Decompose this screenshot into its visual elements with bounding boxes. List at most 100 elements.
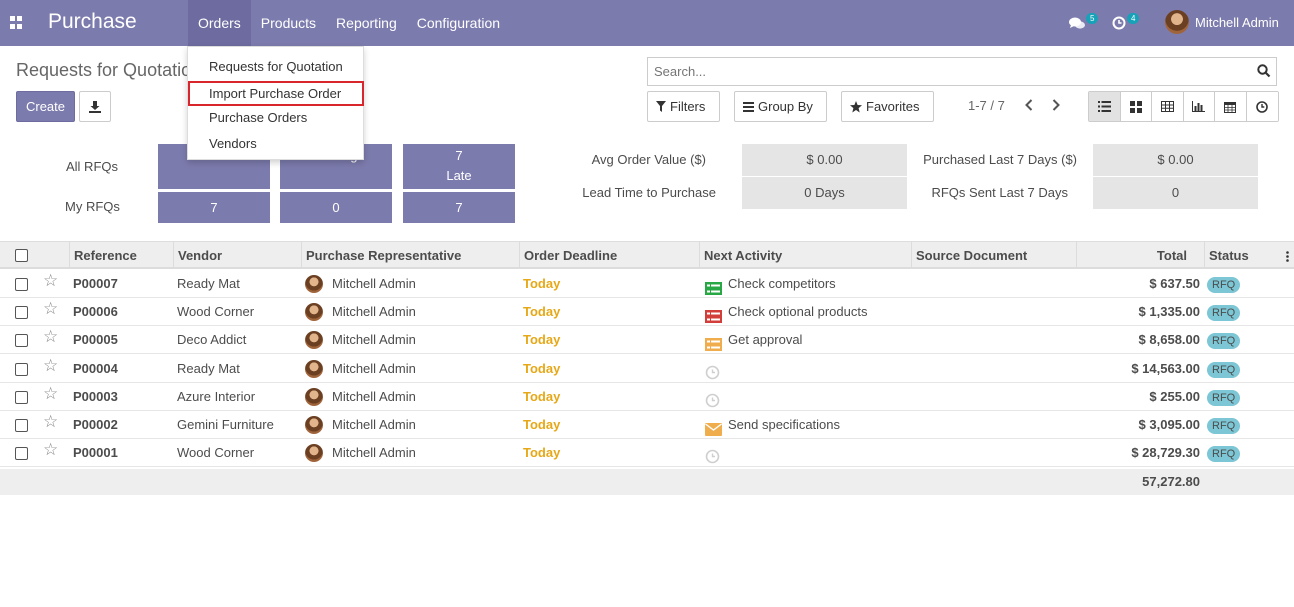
table-row[interactable]: ☆ P00006 Wood Corner Mitchell Admin Today Che… xyxy=(0,298,1294,326)
pager-previous-button[interactable] xyxy=(1024,98,1034,115)
messages-button[interactable]: 5 xyxy=(1069,0,1099,46)
cell-representative: Mitchell Admin xyxy=(305,439,416,467)
row-checkbox[interactable] xyxy=(15,334,28,347)
main-menu: Orders Products Reporting Configuration xyxy=(188,0,510,46)
filters-button[interactable]: Filters xyxy=(647,91,720,122)
column-source-document[interactable]: Source Document xyxy=(911,242,1076,269)
table-row[interactable]: ☆ P00003 Azure Interior Mitchell Admin Today… xyxy=(0,383,1294,411)
menu-configuration[interactable]: Configuration xyxy=(407,0,510,46)
cell-next-activity[interactable] xyxy=(705,355,728,383)
dropdown-item-import-purchase-order[interactable]: Import Purchase Order xyxy=(188,81,364,106)
list-icon-green[interactable] xyxy=(705,277,722,296)
calendar-view-button[interactable] xyxy=(1215,92,1247,121)
app-name[interactable]: Purchase xyxy=(48,10,137,34)
create-button[interactable]: Create xyxy=(16,91,75,122)
graph-view-button[interactable] xyxy=(1183,92,1215,121)
column-purchase-representative[interactable]: Purchase Representative xyxy=(301,242,519,269)
tile-my-waiting[interactable]: 0 xyxy=(280,192,392,223)
priority-star-icon[interactable]: ☆ xyxy=(43,384,58,404)
column-vendor[interactable]: Vendor xyxy=(173,242,301,269)
dropdown-item-purchase-orders[interactable]: Purchase Orders xyxy=(188,105,365,130)
activities-button[interactable]: 4 xyxy=(1112,0,1140,46)
representative-name: Mitchell Admin xyxy=(332,361,416,376)
clock-icon[interactable] xyxy=(705,362,722,380)
priority-star-icon[interactable]: ☆ xyxy=(43,412,58,432)
row-checkbox[interactable] xyxy=(15,391,28,404)
cell-next-activity[interactable]: Send specifications xyxy=(705,411,840,439)
representative-name: Mitchell Admin xyxy=(332,417,416,432)
status-badge: RFQ xyxy=(1207,446,1241,462)
menu-reporting[interactable]: Reporting xyxy=(326,0,407,46)
pivot-view-button[interactable] xyxy=(1152,92,1184,121)
cell-order-deadline: Today xyxy=(523,361,561,376)
favorites-button[interactable]: Favorites xyxy=(841,91,934,122)
calendar-icon xyxy=(1224,101,1237,113)
clock-icon[interactable] xyxy=(705,390,722,408)
select-all-checkbox[interactable] xyxy=(15,249,28,262)
column-order-deadline[interactable]: Order Deadline xyxy=(519,242,699,269)
avatar xyxy=(305,359,323,378)
priority-star-icon[interactable]: ☆ xyxy=(43,356,58,376)
clock-icon[interactable] xyxy=(705,446,722,464)
download-button[interactable] xyxy=(79,91,111,122)
tile-all-late[interactable]: 7 Late xyxy=(403,144,515,189)
tile-my-to-send[interactable]: 7 xyxy=(158,192,270,223)
favorites-label: Favorites xyxy=(866,99,920,114)
priority-star-icon[interactable]: ☆ xyxy=(43,327,58,347)
list-icon-red[interactable] xyxy=(705,305,722,324)
column-next-activity[interactable]: Next Activity xyxy=(699,242,911,269)
cell-representative: Mitchell Admin xyxy=(305,298,416,326)
priority-star-icon[interactable]: ☆ xyxy=(43,299,58,319)
list-view-button[interactable] xyxy=(1089,92,1121,121)
table-row[interactable]: ☆ P00007 Ready Mat Mitchell Admin Today Check… xyxy=(0,270,1294,298)
pager-value[interactable]: 1-7 / 7 xyxy=(968,98,1005,113)
pager-next-button[interactable] xyxy=(1051,98,1061,115)
search-icon[interactable] xyxy=(1257,64,1271,78)
optional-columns-toggle[interactable] xyxy=(1286,250,1289,265)
cell-order-deadline: Today xyxy=(523,389,561,404)
dropdown-item-vendors[interactable]: Vendors xyxy=(188,131,365,156)
cell-total: $ 8,658.00 xyxy=(1138,332,1200,347)
orders-dropdown-menu: Requests for Quotation Import Purchase O… xyxy=(187,46,364,160)
user-menu[interactable]: Mitchell Admin xyxy=(1165,10,1279,34)
avatar xyxy=(305,274,323,293)
cell-order-deadline: Today xyxy=(523,276,561,291)
row-checkbox[interactable] xyxy=(15,278,28,291)
cell-next-activity[interactable]: Check optional products xyxy=(705,298,867,326)
avatar xyxy=(305,415,323,434)
table-row[interactable]: ☆ P00002 Gemini Furniture Mitchell Admin Tod… xyxy=(0,411,1294,439)
cell-reference: P00002 xyxy=(73,417,118,432)
row-checkbox[interactable] xyxy=(15,306,28,319)
search-input[interactable] xyxy=(648,58,1228,85)
apps-grid-icon[interactable] xyxy=(10,16,23,29)
kanban-view-button[interactable] xyxy=(1120,92,1152,121)
cell-next-activity[interactable] xyxy=(705,439,728,467)
column-reference[interactable]: Reference xyxy=(69,242,173,269)
dropdown-item-requests-for-quotation[interactable]: Requests for Quotation xyxy=(188,54,365,79)
group-by-button[interactable]: Group By xyxy=(734,91,827,122)
envelope-icon[interactable] xyxy=(705,418,722,437)
table-row[interactable]: ☆ P00001 Wood Corner Mitchell Admin Today $ 2… xyxy=(0,439,1294,467)
cell-next-activity[interactable]: Check competitors xyxy=(705,270,836,298)
column-total[interactable]: Total xyxy=(1076,242,1204,269)
list-icon-yellow[interactable] xyxy=(705,333,722,352)
kpi-rfqs-sent-label: RFQs Sent Last 7 Days xyxy=(931,185,1068,200)
row-checkbox[interactable] xyxy=(15,419,28,432)
column-status[interactable]: Status xyxy=(1204,242,1294,269)
priority-star-icon[interactable]: ☆ xyxy=(43,271,58,291)
tile-my-late[interactable]: 7 xyxy=(403,192,515,223)
cell-order-deadline: Today xyxy=(523,304,561,319)
row-checkbox[interactable] xyxy=(15,447,28,460)
cell-next-activity[interactable]: Get approval xyxy=(705,326,802,354)
representative-name: Mitchell Admin xyxy=(332,332,416,347)
cell-next-activity[interactable] xyxy=(705,383,728,411)
table-footer: 57,272.80 xyxy=(0,469,1294,495)
table-row[interactable]: ☆ P00004 Ready Mat Mitchell Admin Today $ 14,… xyxy=(0,355,1294,383)
priority-star-icon[interactable]: ☆ xyxy=(43,440,58,460)
activity-view-button[interactable] xyxy=(1246,92,1278,121)
menu-products[interactable]: Products xyxy=(251,0,326,46)
row-checkbox[interactable] xyxy=(15,363,28,376)
menu-orders[interactable]: Orders xyxy=(188,0,251,46)
table-row[interactable]: ☆ P00005 Deco Addict Mitchell Admin Today Get… xyxy=(0,326,1294,354)
representative-name: Mitchell Admin xyxy=(332,445,416,460)
